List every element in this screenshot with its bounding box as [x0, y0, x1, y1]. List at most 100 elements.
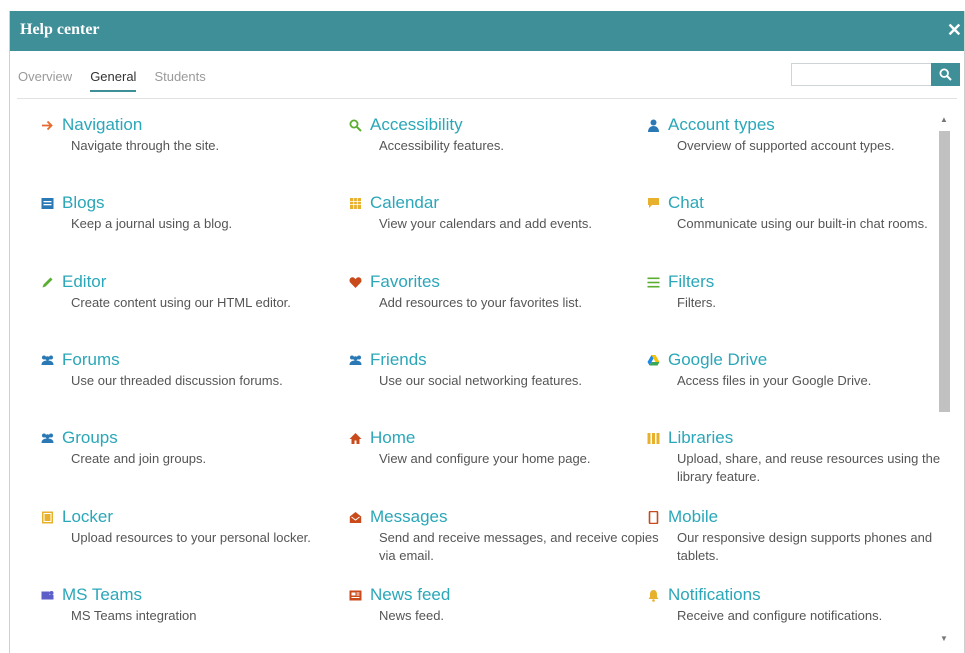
help-topic-forums: Forums Use our threaded discussion forums…	[40, 350, 340, 390]
help-topic-link[interactable]: Editor	[40, 272, 340, 292]
tab-general[interactable]: General	[90, 69, 137, 92]
help-topic-title[interactable]: Chat	[668, 193, 704, 213]
help-topic-link[interactable]: Chat	[646, 193, 946, 213]
help-topic-link[interactable]: Accessibility	[348, 115, 648, 135]
help-topic-blogs: Blogs Keep a journal using a blog.	[40, 193, 340, 233]
help-topic-google-drive: Google Drive Access files in your Google …	[646, 350, 946, 390]
help-topic-link[interactable]: Libraries	[646, 428, 946, 448]
help-topic-title[interactable]: MS Teams	[62, 585, 142, 605]
help-topic-description: Navigate through the site.	[71, 138, 220, 153]
help-topic-friends: Friends Use our social networking feature…	[348, 350, 648, 390]
chat-icon	[646, 196, 660, 210]
help-topics-grid: Navigation Navigate through the site. Acce…	[24, 115, 940, 645]
help-topic-title[interactable]: Messages	[370, 507, 447, 527]
locker-icon	[40, 510, 54, 524]
library-icon	[646, 431, 660, 445]
help-topic-description: Access files in your Google Drive.	[677, 373, 872, 388]
help-topic-title[interactable]: Mobile	[668, 507, 718, 527]
help-topic-description: Use our social networking features.	[379, 373, 583, 388]
help-topic-title[interactable]: Accessibility	[370, 115, 463, 135]
help-topic-filters: Filters Filters.	[646, 272, 946, 312]
help-center-dialog: Help center ✕ Overview General Students …	[9, 11, 965, 653]
help-topic-title[interactable]: Account types	[668, 115, 775, 135]
help-topic-title[interactable]: Groups	[62, 428, 118, 448]
scroll-down-arrow-icon[interactable]: ▼	[940, 634, 948, 643]
help-topic-link[interactable]: Account types	[646, 115, 946, 135]
scroll-up-arrow-icon[interactable]: ▲	[940, 115, 948, 124]
help-topic-description: Receive and configure notifications.	[677, 608, 883, 623]
search-button[interactable]	[931, 63, 960, 86]
help-topic-locker: Locker Upload resources to your personal …	[40, 507, 340, 547]
help-topic-title[interactable]: Locker	[62, 507, 113, 527]
search-input[interactable]	[791, 63, 931, 86]
help-topic-title[interactable]: Libraries	[668, 428, 733, 448]
tab-students[interactable]: Students	[154, 69, 205, 92]
help-topic-description: Upload, share, and reuse resources using…	[677, 451, 941, 484]
help-topic-link[interactable]: Blogs	[40, 193, 340, 213]
arrow-right-icon	[40, 118, 54, 132]
scroll-thumb[interactable]	[939, 131, 950, 412]
help-topic-link[interactable]: Google Drive	[646, 350, 946, 370]
dialog-titlebar: Help center ✕	[10, 11, 964, 51]
help-topic-chat: Chat Communicate using our built-in chat …	[646, 193, 946, 233]
help-topic-description: View your calendars and add events.	[379, 216, 592, 231]
tab-overview[interactable]: Overview	[18, 69, 72, 92]
forums-icon	[40, 353, 54, 367]
help-topic-title[interactable]: News feed	[370, 585, 450, 605]
help-topic-title[interactable]: Google Drive	[668, 350, 767, 370]
help-topic-description: Send and receive messages, and receive c…	[379, 530, 659, 563]
help-topic-link[interactable]: MS Teams	[40, 585, 340, 605]
help-topic-description: Add resources to your favorites list.	[379, 295, 583, 310]
calendar-icon	[348, 196, 362, 210]
help-topic-description: Use our threaded discussion forums.	[71, 373, 283, 388]
newspaper-icon	[348, 588, 362, 602]
help-topic-title[interactable]: Editor	[62, 272, 106, 292]
help-topic-link[interactable]: Calendar	[348, 193, 648, 213]
help-topic-libraries: Libraries Upload, share, and reuse resour…	[646, 428, 946, 486]
pencil-icon	[40, 275, 54, 289]
help-topic-link[interactable]: Home	[348, 428, 648, 448]
help-topic-link[interactable]: Navigation	[40, 115, 340, 135]
help-topic-description: View and configure your home page.	[379, 451, 591, 466]
help-topic-title[interactable]: Navigation	[62, 115, 142, 135]
help-topic-description: Communicate using our built-in chat room…	[677, 216, 928, 231]
help-topic-navigation: Navigation Navigate through the site.	[40, 115, 340, 155]
mobile-icon	[646, 510, 660, 524]
help-topic-home: Home View and configure your home page.	[348, 428, 648, 468]
filter-icon	[646, 275, 660, 289]
help-topic-title[interactable]: Blogs	[62, 193, 105, 213]
help-topic-link[interactable]: Notifications	[646, 585, 946, 605]
search-icon	[939, 68, 952, 81]
help-topic-link[interactable]: Groups	[40, 428, 340, 448]
help-topic-link[interactable]: Favorites	[348, 272, 648, 292]
help-topic-link[interactable]: Messages	[348, 507, 648, 527]
scrollbar[interactable]: ▲ ▼	[936, 115, 952, 643]
ms-teams-icon	[40, 588, 54, 602]
help-topic-title[interactable]: Favorites	[370, 272, 440, 292]
envelope-icon	[348, 510, 362, 524]
help-topic-link[interactable]: Forums	[40, 350, 340, 370]
help-topic-description: Create and join groups.	[71, 451, 207, 466]
help-topic-link[interactable]: Friends	[348, 350, 648, 370]
close-icon[interactable]: ✕	[947, 20, 962, 41]
help-topic-link[interactable]: Filters	[646, 272, 946, 292]
help-topic-description: Accessibility features.	[379, 138, 504, 153]
friends-icon	[348, 353, 362, 367]
help-topic-title[interactable]: Forums	[62, 350, 120, 370]
home-icon	[348, 431, 362, 445]
help-topic-title[interactable]: Friends	[370, 350, 427, 370]
help-topic-editor: Editor Create content using our HTML edit…	[40, 272, 340, 312]
search-icon	[348, 118, 362, 132]
help-topic-title[interactable]: Calendar	[370, 193, 439, 213]
help-topic-title[interactable]: Filters	[668, 272, 714, 292]
help-topic-description: News feed.	[379, 608, 445, 623]
help-topic-link[interactable]: Mobile	[646, 507, 946, 527]
heart-icon	[348, 275, 362, 289]
help-topic-link[interactable]: Locker	[40, 507, 340, 527]
help-topic-title[interactable]: Notifications	[668, 585, 761, 605]
groups-icon	[40, 431, 54, 445]
bell-icon	[646, 588, 660, 602]
help-topic-link[interactable]: News feed	[348, 585, 648, 605]
help-topic-groups: Groups Create and join groups.	[40, 428, 340, 468]
help-topic-title[interactable]: Home	[370, 428, 415, 448]
